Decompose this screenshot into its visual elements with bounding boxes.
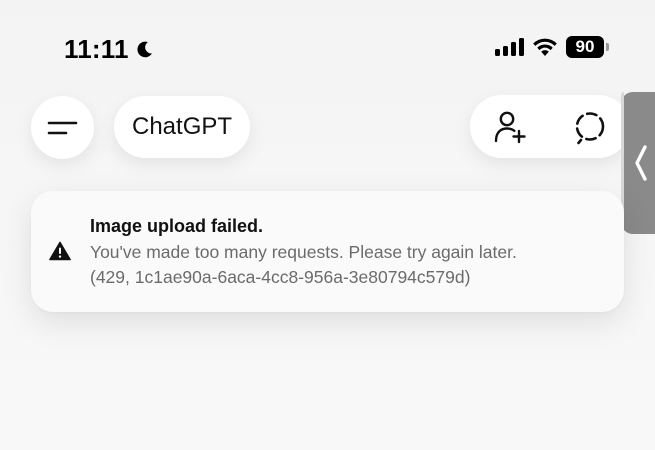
- battery-tip: [606, 43, 609, 51]
- moon-icon: [137, 41, 152, 58]
- status-indicators: 90: [495, 36, 609, 58]
- menu-button[interactable]: [31, 96, 94, 159]
- cellular-signal-icon: [495, 38, 524, 56]
- add-person-icon: [494, 111, 526, 143]
- temporary-chat-button[interactable]: [568, 105, 612, 149]
- warning-icon: [49, 241, 71, 261]
- model-selector-button[interactable]: ChatGPT: [114, 96, 251, 158]
- wifi-icon: [533, 38, 557, 56]
- toast-text: Image upload failed. You've made too man…: [90, 215, 606, 290]
- toast-title: Image upload failed.: [90, 216, 264, 236]
- header-actions: [470, 95, 630, 158]
- toast-message-line-1: You've made too many requests. Please tr…: [90, 242, 517, 262]
- battery-indicator: 90: [566, 36, 609, 58]
- status-time-text: 11:11: [64, 34, 129, 64]
- status-time: 11:11: [64, 34, 154, 65]
- menu-icon: [47, 121, 77, 134]
- add-people-button[interactable]: [488, 105, 532, 149]
- toast-message: You've made too many requests. Please tr…: [90, 240, 606, 290]
- error-toast: Image upload failed. You've made too man…: [31, 191, 624, 312]
- battery-level: 90: [566, 36, 604, 58]
- toast-message-line-2: (429, 1c1ae90a-6aca-4cc8-956a-3e80794c57…: [90, 267, 471, 287]
- chevron-left-icon: [635, 145, 647, 181]
- side-panel-handle[interactable]: [621, 92, 655, 234]
- page-title: ChatGPT: [132, 113, 233, 140]
- dashed-circle-icon: [575, 111, 605, 144]
